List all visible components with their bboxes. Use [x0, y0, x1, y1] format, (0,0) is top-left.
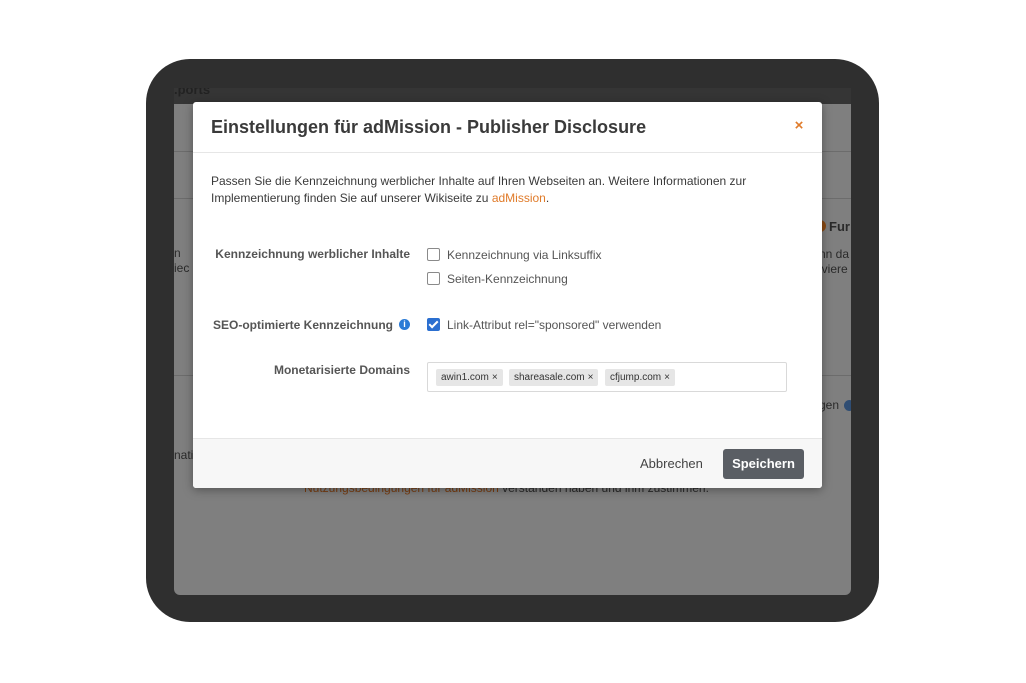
- background-text: gen: [819, 398, 840, 412]
- domains-label: Monetarisierte Domains: [273, 363, 410, 377]
- background-text: iviere: [819, 262, 848, 276]
- linksuffix-checkbox[interactable]: [427, 248, 440, 262]
- intro-paragraph: Passen Sie die Kennzeichnung werblicher …: [211, 174, 747, 205]
- background-divider: [822, 198, 851, 199]
- sponsored-label: Link-Attribut rel="sponsored" verwenden: [447, 318, 662, 332]
- background-text: nn da: [819, 247, 850, 261]
- domain-tag-label: awin1.com: [441, 372, 489, 383]
- background-text: iec: [174, 261, 190, 275]
- page-labeling-label: Seiten-Kennzeichnung: [447, 272, 568, 286]
- settings-modal: Einstellungen für adMission - Publisher …: [193, 102, 822, 488]
- info-icon[interactable]: i: [399, 319, 410, 331]
- close-icon[interactable]: ×: [792, 118, 806, 133]
- admission-wiki-link[interactable]: adMission: [492, 191, 546, 205]
- option-sponsored[interactable]: Link-Attribut rel="sponsored" verwenden: [427, 318, 661, 332]
- remove-tag-icon[interactable]: ×: [664, 372, 670, 383]
- domains-tag-input[interactable]: awin1.com × shareasale.com × cfjump.com ×: [427, 362, 787, 392]
- background-divider: [822, 151, 851, 152]
- labeling-label: Kennzeichnung werblicher Inhalte: [215, 247, 410, 261]
- remove-tag-icon[interactable]: ×: [588, 372, 594, 383]
- background-divider: [174, 375, 194, 376]
- domain-tag: awin1.com ×: [436, 369, 503, 386]
- background-divider: [822, 375, 851, 376]
- background-divider: [174, 198, 194, 199]
- background-text: Fur: [829, 219, 850, 234]
- background-info-icon: [844, 400, 851, 411]
- domain-tag: shareasale.com ×: [509, 369, 599, 386]
- background-header-text: .ports: [174, 88, 211, 97]
- modal-title: Einstellungen für adMission - Publisher …: [211, 117, 647, 137]
- intro-text: Passen Sie die Kennzeichnung werblicher …: [211, 173, 791, 207]
- sponsored-checkbox[interactable]: [427, 318, 440, 332]
- background-text: nati: [174, 448, 194, 462]
- seo-label: SEO-optimierte Kennzeichnung: [212, 318, 393, 332]
- background-text: n: [174, 246, 181, 260]
- option-page-labeling[interactable]: Seiten-Kennzeichnung: [427, 272, 568, 286]
- modal-header: Einstellungen für adMission - Publisher …: [193, 102, 822, 153]
- save-button[interactable]: Speichern: [723, 449, 804, 479]
- intro-period: .: [545, 191, 550, 205]
- seo-label-row: SEO-optimierte Kennzeichnung i: [193, 318, 410, 332]
- remove-tag-icon[interactable]: ×: [492, 372, 498, 383]
- domain-tag-label: shareasale.com: [514, 372, 585, 383]
- background-divider: [174, 151, 194, 152]
- modal-footer: Abbrechen Speichern: [193, 438, 822, 488]
- option-linksuffix[interactable]: Kennzeichnung via Linksuffix: [427, 248, 602, 262]
- linksuffix-label: Kennzeichnung via Linksuffix: [447, 248, 602, 262]
- domain-tag: cfjump.com ×: [605, 369, 675, 386]
- domain-tag-label: cfjump.com: [610, 372, 662, 383]
- page-labeling-checkbox[interactable]: [427, 272, 440, 286]
- cancel-button[interactable]: Abbrechen: [640, 456, 703, 471]
